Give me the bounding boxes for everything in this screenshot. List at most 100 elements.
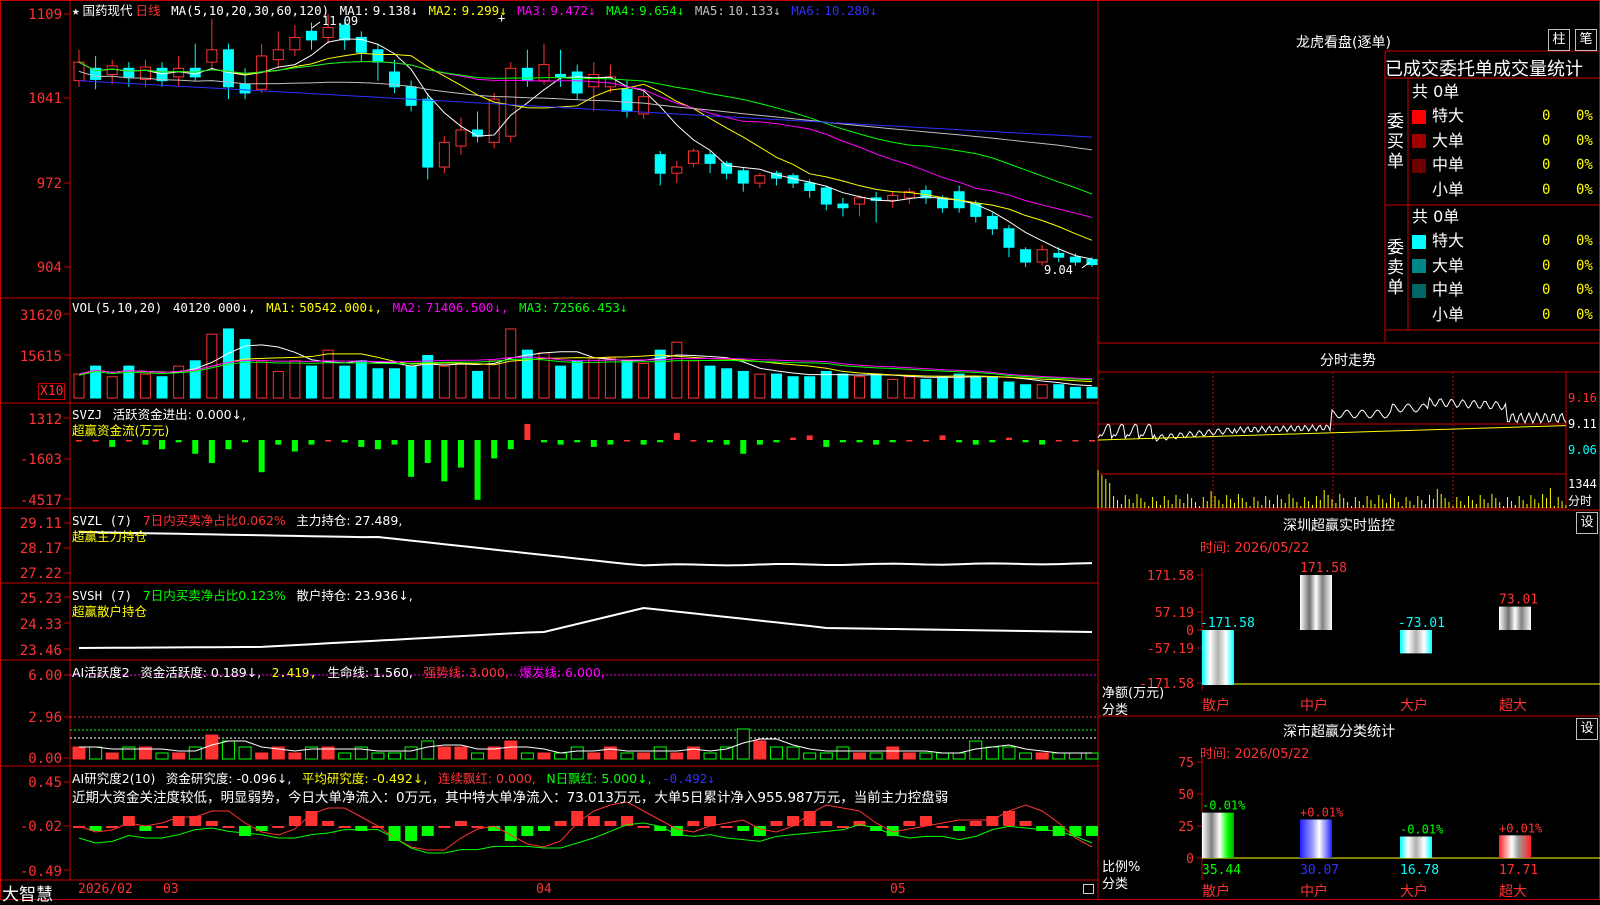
volume-bar — [73, 373, 85, 399]
sz-monitor-settings-button[interactable]: 设 — [1576, 512, 1598, 534]
sell-side-label: 委卖单 — [1387, 238, 1404, 298]
intraday-avg-line — [1097, 425, 1567, 441]
svzj-bar — [839, 440, 846, 443]
high-arrow — [311, 21, 321, 29]
brand-logo[interactable]: 大智慧 — [2, 880, 53, 905]
volume-bar — [555, 365, 567, 399]
volume-bar — [737, 370, 749, 399]
volume-bar — [687, 360, 699, 399]
candle-body — [272, 49, 284, 61]
ma2-label: MA2: — [428, 3, 459, 18]
activity-bar — [72, 746, 86, 760]
svzj-bar — [1005, 437, 1012, 440]
buy-row-count: 0 — [1542, 132, 1551, 149]
bar-view-button[interactable]: 柱 — [1548, 29, 1570, 51]
candle-body — [1069, 256, 1081, 263]
sz-class-value-label: 35.44 — [1202, 863, 1241, 878]
svzj-bar — [723, 440, 730, 445]
sell-row-label: 特大 — [1432, 231, 1465, 250]
svzj-bar — [491, 440, 498, 459]
sz-class-xlabel: 分类 — [1102, 877, 1129, 892]
sz-monitor-category: 散户 — [1202, 697, 1230, 714]
volume-bar — [870, 373, 882, 399]
svzj-bar — [192, 440, 199, 454]
svzj-ytick: -1603 — [19, 452, 62, 468]
activity-bar — [869, 752, 883, 760]
main-chart-canvas[interactable]: +171.5857.190-57.19-171.58-171.58散户171.5… — [0, 0, 1600, 900]
ma1-value: 9.138↓ — [372, 3, 418, 18]
ai-active-c: 生命线: 1.560, — [327, 665, 413, 680]
ai-research-ytick: -0.02 — [19, 819, 62, 835]
volume-bar — [820, 370, 832, 399]
sz-monitor-bar — [1300, 575, 1332, 630]
sz-class-settings-button[interactable]: 设 — [1576, 718, 1598, 740]
intraday-frame — [1097, 371, 1567, 509]
volume-bar — [455, 362, 467, 399]
ma-indicator-label: MA(5,10,20,30,60,120) — [171, 3, 330, 18]
volume-bar — [986, 376, 998, 399]
sell-row-count: 0 — [1542, 233, 1551, 249]
svzj-bar — [341, 440, 348, 443]
sell-row-name: 大单 — [1412, 254, 1464, 278]
sz-class-change-label: -0.01% — [1400, 823, 1444, 837]
volume-bar — [1036, 384, 1048, 399]
ai-active-info-line: AI活跃度2 资金活跃度: 0.189↓, 2.419, 生命线: 1.560,… — [72, 662, 608, 681]
research-bar — [239, 826, 252, 836]
activity-bar — [1002, 746, 1016, 760]
volume-bar — [970, 376, 982, 399]
svzj-bar — [906, 440, 913, 442]
research-bar — [438, 826, 451, 828]
stock-name[interactable]: 国药现代 — [83, 3, 133, 18]
research-bar — [936, 826, 949, 828]
intraday-title: 分时走势 — [1320, 353, 1376, 369]
vol-ma1-value: 50542.000↓, — [299, 300, 383, 315]
activity-bar — [388, 752, 402, 760]
candle-body — [1020, 249, 1032, 263]
activity-bar — [1035, 752, 1049, 760]
ai-active-a: 资金活跃度: 0.189↓, — [140, 665, 262, 680]
svzj-bar — [374, 440, 381, 450]
ai-active-ytick: 6.00 — [28, 668, 62, 684]
svzj-bar — [159, 440, 166, 450]
volume-bar — [1020, 384, 1032, 399]
ai-research-ytick: 0.45 — [28, 775, 62, 791]
research-bar — [969, 821, 982, 826]
ma2-value: 9.299↓ — [461, 3, 507, 18]
activity-bar — [637, 752, 651, 760]
outer-frame — [0, 0, 1600, 900]
kline-ytick: 1109 — [28, 7, 62, 23]
candle-body — [671, 166, 683, 174]
research-bar — [720, 826, 733, 828]
vol-ytick: 31620 — [19, 308, 62, 324]
volume-bar — [1003, 381, 1015, 399]
vol-unit-badge[interactable]: X10 — [38, 383, 66, 400]
research-bar — [288, 816, 301, 826]
candle-body — [106, 65, 118, 75]
svzj-bar — [889, 440, 896, 443]
sz-monitor-ytick-label: 171.58 — [1147, 569, 1194, 584]
vol-ytick: 15615 — [19, 349, 62, 365]
activity-bar — [371, 752, 385, 760]
candle-body — [488, 98, 500, 143]
ai-research-a: 资金研究度: -0.096↓, — [165, 771, 292, 786]
favorite-star-icon[interactable]: ★ — [72, 3, 80, 18]
period-label[interactable]: 日线 — [136, 3, 161, 18]
research-bar — [355, 826, 368, 831]
svzl-pct: 7日内买卖净占比0.062% — [142, 513, 286, 528]
volume-bar — [588, 357, 600, 399]
ai-research-e: -0.492↓ — [662, 771, 715, 786]
lock-icon[interactable] — [1083, 884, 1094, 894]
sell-row-name: 小单 — [1412, 303, 1464, 327]
volume-bar — [704, 365, 716, 399]
research-bar — [205, 821, 218, 826]
svzj-bar — [125, 440, 132, 442]
activity-bar — [803, 752, 817, 760]
activity-bar — [587, 752, 601, 760]
tick-view-button[interactable]: 笔 — [1575, 29, 1597, 51]
ai-research-c: 连续飘红: 0.000, — [437, 771, 536, 786]
sell-row-label: 中单 — [1432, 280, 1465, 299]
sz-monitor-category: 中户 — [1300, 697, 1328, 714]
buy-row-name: 大单 — [1412, 129, 1464, 153]
sz-class-time: 时间: 2026/05/22 — [1200, 747, 1310, 762]
svzj-bar — [92, 440, 99, 442]
